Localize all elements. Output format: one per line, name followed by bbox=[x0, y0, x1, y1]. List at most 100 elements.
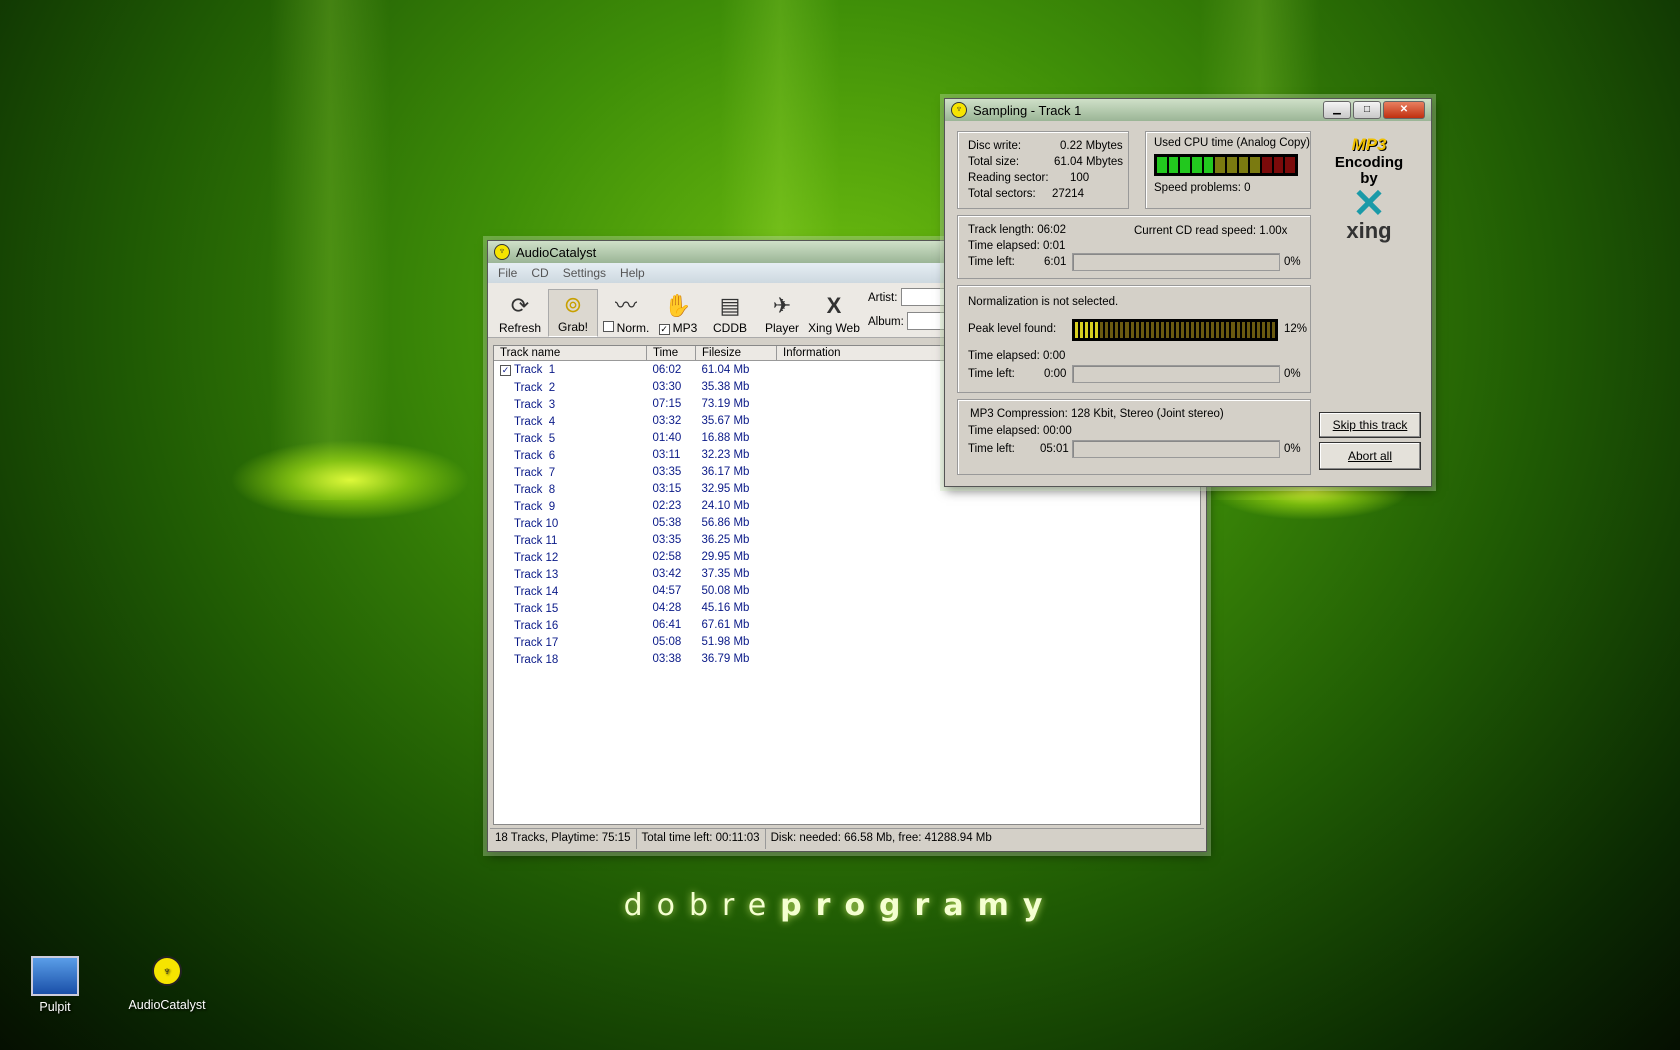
track-length: Track length: 06:02 bbox=[968, 224, 1067, 236]
artist-input[interactable] bbox=[900, 287, 947, 306]
track-size-cell: 35.67 Mb bbox=[701, 414, 750, 427]
menu-file[interactable]: File bbox=[498, 266, 517, 280]
artist-label: Artist: bbox=[868, 292, 898, 304]
track-info-cell bbox=[777, 616, 1200, 633]
grab-button[interactable]: ⊚ Grab! bbox=[548, 289, 598, 337]
xing-web-button[interactable]: X Xing Web bbox=[808, 291, 860, 337]
track-name-cell: Track 16 bbox=[514, 619, 559, 632]
track-time-group: Track length: 06:02 Current CD read spee… bbox=[957, 215, 1311, 279]
meter-segment bbox=[1170, 322, 1174, 338]
table-row[interactable]: Track 9 02:23 24.10 Mb bbox=[494, 497, 1200, 514]
menu-cd[interactable]: CD bbox=[531, 266, 548, 280]
track-size-cell: 61.04 Mb bbox=[701, 363, 750, 376]
meter-segment bbox=[1192, 157, 1202, 173]
normalize-icon: 〰 bbox=[614, 293, 637, 318]
track-size-cell: 36.17 Mb bbox=[701, 465, 750, 478]
meter-segment bbox=[1135, 322, 1139, 338]
track-info-cell bbox=[777, 497, 1200, 514]
track-name-cell: Track 14 bbox=[514, 585, 559, 598]
meter-segment bbox=[1155, 322, 1159, 338]
track-time-cell: 06:41 bbox=[652, 618, 682, 631]
meter-segment bbox=[1105, 322, 1109, 338]
desktop-icon-pulpit[interactable]: Pulpit bbox=[10, 956, 100, 1014]
track-time-cell: 05:38 bbox=[652, 516, 682, 529]
table-row[interactable]: Track 14 04:57 50.08 Mb bbox=[494, 582, 1200, 599]
normalize-toggle[interactable]: 〰 Norm. bbox=[602, 291, 650, 337]
cddb-button[interactable]: ▤ CDDB bbox=[706, 291, 754, 337]
minimize-button[interactable]: ▁ bbox=[1323, 101, 1351, 119]
sampling-titlebar[interactable]: ♆ Sampling - Track 1 ▁ □ ✕ bbox=[945, 99, 1431, 121]
track-name-cell: ✓ Track 1 bbox=[500, 363, 556, 376]
meter-segment bbox=[1226, 322, 1230, 338]
track-checkbox[interactable]: ✓ bbox=[500, 364, 511, 376]
abort-all-button[interactable]: Abort all bbox=[1319, 442, 1421, 470]
meter-segment bbox=[1186, 322, 1190, 338]
table-row[interactable]: Track 12 02:58 29.95 Mb bbox=[494, 548, 1200, 565]
skip-track-button[interactable]: Skip this track bbox=[1319, 412, 1421, 438]
track-info-cell bbox=[777, 531, 1200, 548]
table-row[interactable]: Track 16 06:41 67.61 Mb bbox=[494, 616, 1200, 633]
monitor-icon bbox=[31, 956, 79, 996]
refresh-button[interactable]: ⟳ Refresh bbox=[496, 291, 544, 337]
table-row[interactable]: Track 13 03:42 37.35 Mb bbox=[494, 565, 1200, 582]
track-name-cell: Track 15 bbox=[514, 602, 559, 615]
track-size-cell: 24.10 Mb bbox=[701, 499, 750, 512]
track-name-cell: Track 6 bbox=[514, 449, 556, 462]
cpu-group: Used CPU time (Analog Copy) Speed proble… bbox=[1145, 131, 1311, 209]
mp3-toggle[interactable]: ✋ ✓ MP3 bbox=[654, 291, 702, 337]
meter-segment bbox=[1246, 322, 1250, 338]
track-time-cell: 04:28 bbox=[652, 601, 682, 614]
cpu-meter bbox=[1154, 154, 1298, 176]
table-row[interactable]: Track 10 05:38 56.86 Mb bbox=[494, 514, 1200, 531]
table-row[interactable]: Track 18 03:38 36.79 Mb bbox=[494, 650, 1200, 667]
track-size-cell: 56.86 Mb bbox=[701, 516, 750, 529]
meter-segment bbox=[1262, 157, 1272, 173]
meter-segment bbox=[1227, 157, 1237, 173]
track-name-cell: Track 13 bbox=[514, 568, 559, 581]
meter-segment bbox=[1175, 322, 1179, 338]
track-info-cell bbox=[777, 565, 1200, 582]
maximize-button[interactable]: □ bbox=[1353, 101, 1381, 119]
menu-settings[interactable]: Settings bbox=[563, 266, 606, 280]
table-row[interactable]: Track 17 05:08 51.98 Mb bbox=[494, 633, 1200, 650]
app-logo-icon: ♆ bbox=[494, 244, 510, 260]
total-sectors-value: 27214 bbox=[1052, 188, 1084, 200]
track-name-cell: Track 9 bbox=[514, 500, 556, 513]
track-size-cell: 73.19 Mb bbox=[701, 397, 750, 410]
meter-segment bbox=[1160, 322, 1164, 338]
wallpaper-pillar bbox=[270, 0, 390, 500]
player-button[interactable]: ✈ Player bbox=[758, 291, 806, 337]
track-time-cell: 02:58 bbox=[652, 550, 682, 563]
meter-segment bbox=[1180, 322, 1185, 338]
table-row[interactable]: Track 11 03:35 36.25 Mb bbox=[494, 531, 1200, 548]
player-icon: ✈ bbox=[772, 293, 792, 318]
disc-info-group: Disc write: 0.22 Mbytes Total size: 61.0… bbox=[957, 131, 1129, 209]
meter-segment bbox=[1215, 157, 1226, 173]
mp3-checkbox[interactable]: ✓ bbox=[658, 324, 670, 335]
menu-help[interactable]: Help bbox=[620, 266, 645, 280]
close-button[interactable]: ✕ bbox=[1383, 101, 1425, 119]
col-filesize[interactable]: Filesize bbox=[695, 346, 777, 361]
col-track-name[interactable]: Track name bbox=[494, 346, 647, 361]
artist-album-fields: Artist: Album: bbox=[868, 286, 953, 334]
track-time-cell: 07:15 bbox=[652, 397, 682, 410]
total-size-value: 61.04 Mbytes bbox=[1054, 156, 1124, 168]
track-info-cell bbox=[777, 514, 1200, 531]
track-size-cell: 51.98 Mb bbox=[701, 635, 750, 648]
desktop-icon-audiocatalyst[interactable]: ♆ AudioCatalyst bbox=[122, 956, 212, 1012]
track-name-cell: Track 11 bbox=[514, 534, 558, 547]
table-row[interactable]: Track 15 04:28 45.16 Mb bbox=[494, 599, 1200, 616]
col-time[interactable]: Time bbox=[646, 346, 696, 361]
meter-segment bbox=[1095, 322, 1099, 338]
grab-cd-icon: ⊚ bbox=[563, 292, 583, 317]
track-size-cell: 16.88 Mb bbox=[701, 431, 750, 444]
track-time-cell: 01:40 bbox=[652, 431, 682, 444]
track-name-cell: Track 8 bbox=[514, 483, 556, 496]
compression-progress-pct: 0% bbox=[1284, 443, 1301, 455]
track-time-cell: 06:02 bbox=[652, 363, 682, 376]
meter-segment bbox=[1145, 322, 1149, 338]
track-size-cell: 50.08 Mb bbox=[701, 584, 750, 597]
track-time-cell: 02:23 bbox=[652, 499, 682, 512]
compression-progress-bar bbox=[1072, 440, 1280, 458]
normalize-checkbox[interactable] bbox=[602, 321, 614, 332]
